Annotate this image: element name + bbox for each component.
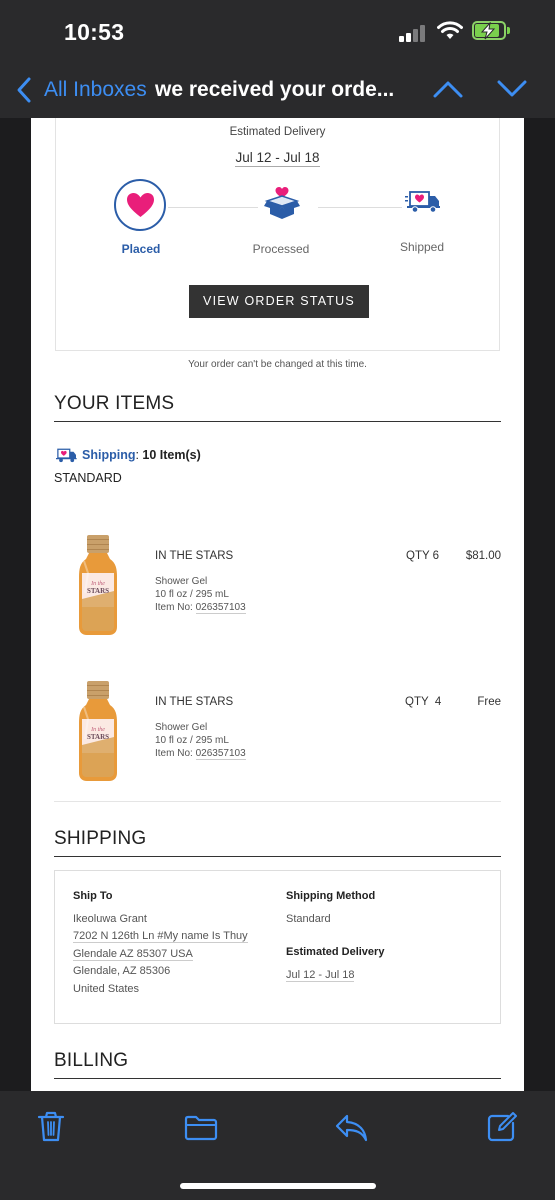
home-indicator[interactable]: [180, 1183, 376, 1189]
step-shipped-label: Shipped: [399, 240, 445, 254]
order-status-card: Estimated Delivery Jul 12 - Jul 18 Place…: [55, 118, 500, 351]
chevron-left-icon[interactable]: [14, 76, 34, 104]
estimated-delivery-value: Jul 12 - Jul 18: [286, 967, 355, 985]
shipping-summary: Shipping: 10 Item(s): [54, 448, 201, 463]
truck-icon: [405, 191, 440, 213]
item-quantity: QTY 4: [405, 696, 442, 708]
email-subject: we received your orde...: [155, 78, 395, 101]
estimated-delivery-value-text[interactable]: Jul 12 - Jul 18: [286, 969, 355, 982]
status-bar: 10:53: [0, 0, 555, 62]
section-divider: [54, 856, 501, 857]
shipping-details-box: Ship To Ikeoluwa Grant 7202 N 126th Ln #…: [54, 870, 501, 1024]
item-type: Shower Gel: [155, 576, 208, 587]
item-number: Item No: 026357103: [155, 601, 246, 614]
heart-icon: [127, 193, 154, 217]
shipping-method-value: Standard: [286, 913, 331, 925]
order-item: In the STARS IN THE STARS Shower Gel 10 …: [31, 679, 524, 789]
item-type: Shower Gel: [155, 722, 208, 733]
email-body: Estimated Delivery Jul 12 - Jul 18 Place…: [31, 118, 524, 1091]
section-divider: [54, 1078, 501, 1079]
chevron-down-icon[interactable]: [496, 78, 528, 100]
address-line1-text[interactable]: 7202 N 126th Ln #My name Is Thuy: [73, 930, 248, 943]
item-size: 10 fl oz / 295 mL: [155, 735, 229, 746]
product-image[interactable]: In the STARS: [76, 679, 120, 783]
your-items-heading: YOUR ITEMS: [54, 393, 175, 414]
cellular-signal-icon: [399, 24, 429, 42]
ship-to-name: Ikeoluwa Grant: [73, 913, 147, 925]
item-name[interactable]: IN THE STARS: [155, 696, 233, 708]
item-number-value[interactable]: 026357103: [195, 748, 246, 760]
trash-icon[interactable]: [37, 1111, 65, 1143]
billing-heading: BILLING: [54, 1050, 129, 1071]
folder-icon[interactable]: [184, 1115, 218, 1141]
ship-to-label: Ship To: [73, 890, 113, 902]
item-number-label: Item No:: [155, 602, 196, 613]
estimated-delivery-dates: Jul 12 - Jul 18: [56, 150, 499, 167]
order-locked-notice: Your order can't be changed at this time…: [188, 359, 367, 370]
view-order-status-button[interactable]: VIEW ORDER STATUS: [189, 285, 369, 318]
item-price: $81.00: [465, 550, 501, 562]
items-divider: [54, 801, 501, 802]
item-size: 10 fl oz / 295 mL: [155, 589, 229, 600]
shipping-label: Shipping: [82, 448, 136, 462]
product-image[interactable]: In the STARS: [76, 533, 120, 637]
wifi-icon: [437, 21, 463, 39]
shipping-method-tag: STANDARD: [54, 471, 122, 485]
back-to-all-inboxes[interactable]: All Inboxes: [44, 78, 147, 102]
progress-line: [168, 207, 258, 208]
item-number-value[interactable]: 026357103: [195, 602, 246, 614]
item-number-label: Item No:: [155, 748, 196, 759]
chevron-up-icon[interactable]: [432, 78, 464, 100]
item-number: Item No: 026357103: [155, 747, 246, 760]
step-placed-label: Placed: [121, 242, 161, 256]
placed-step-icon: [114, 179, 166, 231]
ship-to-address-line1: 7202 N 126th Ln #My name Is Thuy: [73, 928, 248, 946]
charging-bolt-icon: [480, 22, 496, 40]
progress-line: [318, 207, 402, 208]
step-processed-label: Processed: [252, 242, 310, 256]
ship-to-city: Glendale, AZ 85306: [73, 965, 171, 977]
estimated-delivery-label: Estimated Delivery: [229, 126, 326, 138]
section-divider: [54, 421, 501, 422]
ship-to-address-line2: Glendale AZ 85307 USA: [73, 946, 193, 964]
mail-nav-bar: All Inboxes we received your orde...: [0, 62, 555, 118]
battery-tip: [507, 27, 510, 34]
item-quantity: QTY 6: [406, 550, 440, 562]
svg-text:STARS: STARS: [87, 587, 109, 595]
status-time: 10:53: [64, 19, 125, 45]
estimated-delivery-date-text: Jul 12 - Jul 18: [235, 150, 320, 167]
ship-to-country: United States: [73, 983, 140, 995]
svg-text:STARS: STARS: [87, 733, 109, 741]
truck-icon: [56, 448, 77, 463]
item-name[interactable]: IN THE STARS: [155, 550, 233, 562]
shipping-method-label: Shipping Method: [286, 890, 376, 902]
shipping-item-count: 10 Item(s): [142, 448, 201, 462]
item-price: Free: [477, 696, 501, 708]
box-heart-icon: [264, 187, 300, 219]
order-item: In the STARS IN THE STARS Shower Gel 10 …: [31, 533, 524, 643]
shipping-heading: SHIPPING: [54, 828, 147, 849]
address-line2-text[interactable]: Glendale AZ 85307 USA: [73, 948, 193, 961]
estimated-delivery-label: Estimated Delivery: [286, 946, 385, 958]
compose-icon[interactable]: [486, 1111, 518, 1143]
reply-icon[interactable]: [334, 1113, 368, 1143]
